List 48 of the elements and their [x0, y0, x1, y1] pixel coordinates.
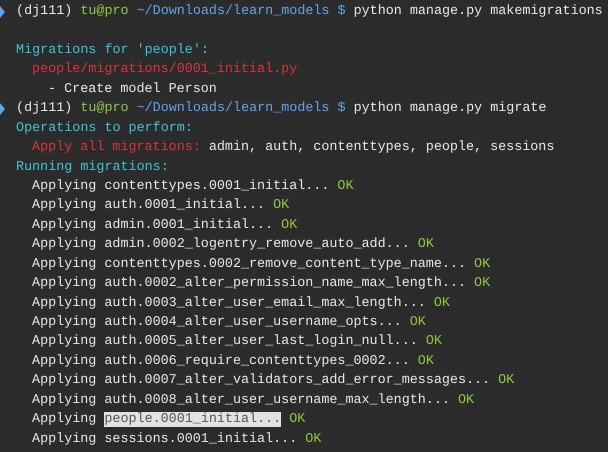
- output-text: Applying admin.0002_logentry_remove_auto_add...: [32, 237, 410, 252]
- highlighted-output: people/migrations/0001_initial.py: [32, 62, 298, 78]
- output-text: Applying: [32, 412, 96, 428]
- output-heading: Migrations for 'people':: [16, 42, 209, 58]
- ok-status: OK: [281, 218, 298, 233]
- ok-status: OK: [418, 237, 434, 252]
- output-text: Applying auth.0004_alter_user_username_opts...: [32, 315, 402, 330]
- output-text: Applying auth.0001_initial...: [32, 198, 266, 214]
- ok-status: OK: [337, 178, 354, 194]
- ok-status: OK: [305, 432, 322, 447]
- ok-status: OK: [410, 315, 426, 330]
- command-text: python manage.py migrate: [354, 101, 546, 116]
- output-text: Applying sessions.0001_initial...: [32, 432, 298, 447]
- ok-status: OK: [474, 256, 490, 272]
- output-text: Applying contenttypes.0002_remove_content_type_name...: [32, 256, 466, 272]
- ok-status: OK: [434, 296, 450, 311]
- ok-status: OK: [289, 412, 306, 428]
- ok-status: OK: [498, 373, 514, 388]
- selected-text: people.0001_initial...: [104, 412, 282, 428]
- output-text: Applying auth.0005_alter_user_last_login_null...: [32, 334, 418, 350]
- prompt-path: ~/Downloads/learn_models: [136, 101, 330, 116]
- prompt-user: tu@pro: [80, 101, 129, 116]
- highlighted-output: Apply all migrations:: [32, 140, 201, 156]
- prompt-path: $: [338, 4, 346, 19]
- output-text: Applying auth.0006_require_contenttypes_0002...: [32, 354, 410, 369]
- ok-status: OK: [474, 276, 490, 292]
- output-text: - Create model Person: [48, 82, 217, 97]
- output-text: Applying admin.0001_initial...: [32, 218, 274, 233]
- ok-status: OK: [426, 334, 442, 350]
- prompt-path: $: [338, 101, 346, 116]
- virtualenv-name: (dj111): [16, 101, 72, 116]
- virtualenv-name: (dj111): [16, 4, 72, 19]
- ok-status: OK: [458, 392, 474, 408]
- ok-status: OK: [418, 354, 434, 369]
- output-text: Applying auth.0002_alter_permission_name_max_length...: [32, 276, 466, 292]
- output-text: admin, auth, contenttypes, people, sessions: [208, 140, 554, 156]
- prompt-user: tu@pro: [80, 4, 129, 19]
- output-text: Applying contenttypes.0001_initial...: [32, 178, 330, 194]
- prompt-path: ~/Downloads/learn_models: [136, 4, 330, 19]
- prompt-marker-icon: [0, 103, 5, 116]
- ok-status: OK: [273, 198, 290, 214]
- output-text: Applying auth.0003_alter_user_email_max_length...: [32, 296, 426, 311]
- output-text: Applying auth.0008_alter_user_username_max_length...: [32, 392, 450, 408]
- command-text: python manage.py makemigrations: [354, 4, 603, 19]
- output-heading: Operations to perform:: [16, 120, 193, 136]
- output-text: Applying auth.0007_alter_validators_add_error_messages...: [32, 373, 490, 388]
- prompt-marker-icon: [0, 6, 5, 18]
- output-heading: Running migrations:: [16, 160, 169, 174]
